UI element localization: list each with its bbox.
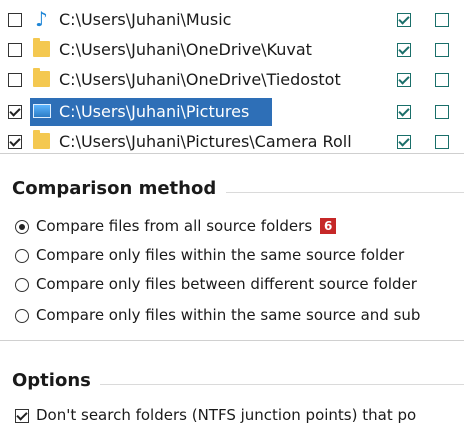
radio-button[interactable]	[15, 249, 29, 263]
music-note-icon: ♪	[35, 7, 48, 31]
folder-option-checkbox-2[interactable]	[435, 13, 449, 27]
folder-option-checkbox-1[interactable]	[397, 13, 411, 27]
folder-icon	[33, 38, 50, 57]
folder-path: C:\Users\Juhani\Music	[59, 10, 232, 29]
folder-option-checkbox-2[interactable]	[435, 135, 449, 149]
folder-include-checkbox[interactable]	[8, 105, 22, 119]
folder-row-onedrive-tiedostot[interactable]: C:\Users\Juhani\OneDrive\Tiedostot	[0, 66, 464, 94]
radio-button[interactable]	[15, 309, 29, 323]
folder-option-checkbox-1[interactable]	[397, 73, 411, 87]
folder-option-checkbox-2[interactable]	[435, 105, 449, 119]
source-folder-list: ♪ C:\Users\Juhani\Music C:\Users\Juhani\…	[0, 0, 464, 154]
radio-button[interactable]	[15, 278, 29, 292]
folder-path: C:\Users\Juhani\OneDrive\Tiedostot	[59, 70, 341, 89]
folder-path: C:\Users\Juhani\Pictures\Camera Roll	[59, 132, 352, 151]
folder-option-checkbox-1[interactable]	[397, 135, 411, 149]
folder-option-checkbox-1[interactable]	[397, 105, 411, 119]
folder-option-checkbox-2[interactable]	[435, 43, 449, 57]
options-title: Options	[12, 370, 91, 391]
junction-points-checkbox[interactable]	[15, 409, 29, 423]
radio-label[interactable]: Compare only files within the same sourc…	[36, 306, 420, 324]
radio-button[interactable]	[15, 220, 29, 234]
folder-include-checkbox[interactable]	[8, 73, 22, 87]
folder-path: C:\Users\Juhani\Pictures	[59, 102, 250, 121]
folder-row-music[interactable]: ♪ C:\Users\Juhani\Music	[0, 6, 464, 34]
folder-icon	[33, 68, 50, 87]
folder-row-onedrive-kuvat[interactable]: C:\Users\Juhani\OneDrive\Kuvat	[0, 36, 464, 64]
folder-include-checkbox[interactable]	[8, 13, 22, 27]
option-text: Compare files from all source folders	[36, 217, 313, 235]
section-separator	[0, 340, 464, 341]
radio-label[interactable]: Compare files from all source folders 6	[36, 217, 337, 235]
folder-option-checkbox-2[interactable]	[435, 73, 449, 87]
folder-icon	[33, 130, 50, 149]
folder-path: C:\Users\Juhani\OneDrive\Kuvat	[59, 40, 312, 59]
checkbox-label[interactable]: Don't search folders (NTFS junction poin…	[36, 406, 416, 424]
folder-include-checkbox[interactable]	[8, 135, 22, 149]
section-divider	[100, 384, 464, 385]
comparison-method-title: Comparison method	[12, 178, 217, 199]
folder-row-camera-roll[interactable]: C:\Users\Juhani\Pictures\Camera Roll	[0, 128, 464, 153]
folder-option-checkbox-1[interactable]	[397, 43, 411, 57]
radio-label[interactable]: Compare only files between different sou…	[36, 275, 417, 293]
folder-include-checkbox[interactable]	[8, 43, 22, 57]
pictures-folder-icon	[33, 104, 51, 118]
section-divider	[226, 192, 464, 193]
folder-row-pictures[interactable]: C:\Users\Juhani\Pictures	[0, 98, 464, 126]
callout-badge: 6	[320, 218, 337, 234]
radio-label[interactable]: Compare only files within the same sourc…	[36, 246, 404, 264]
